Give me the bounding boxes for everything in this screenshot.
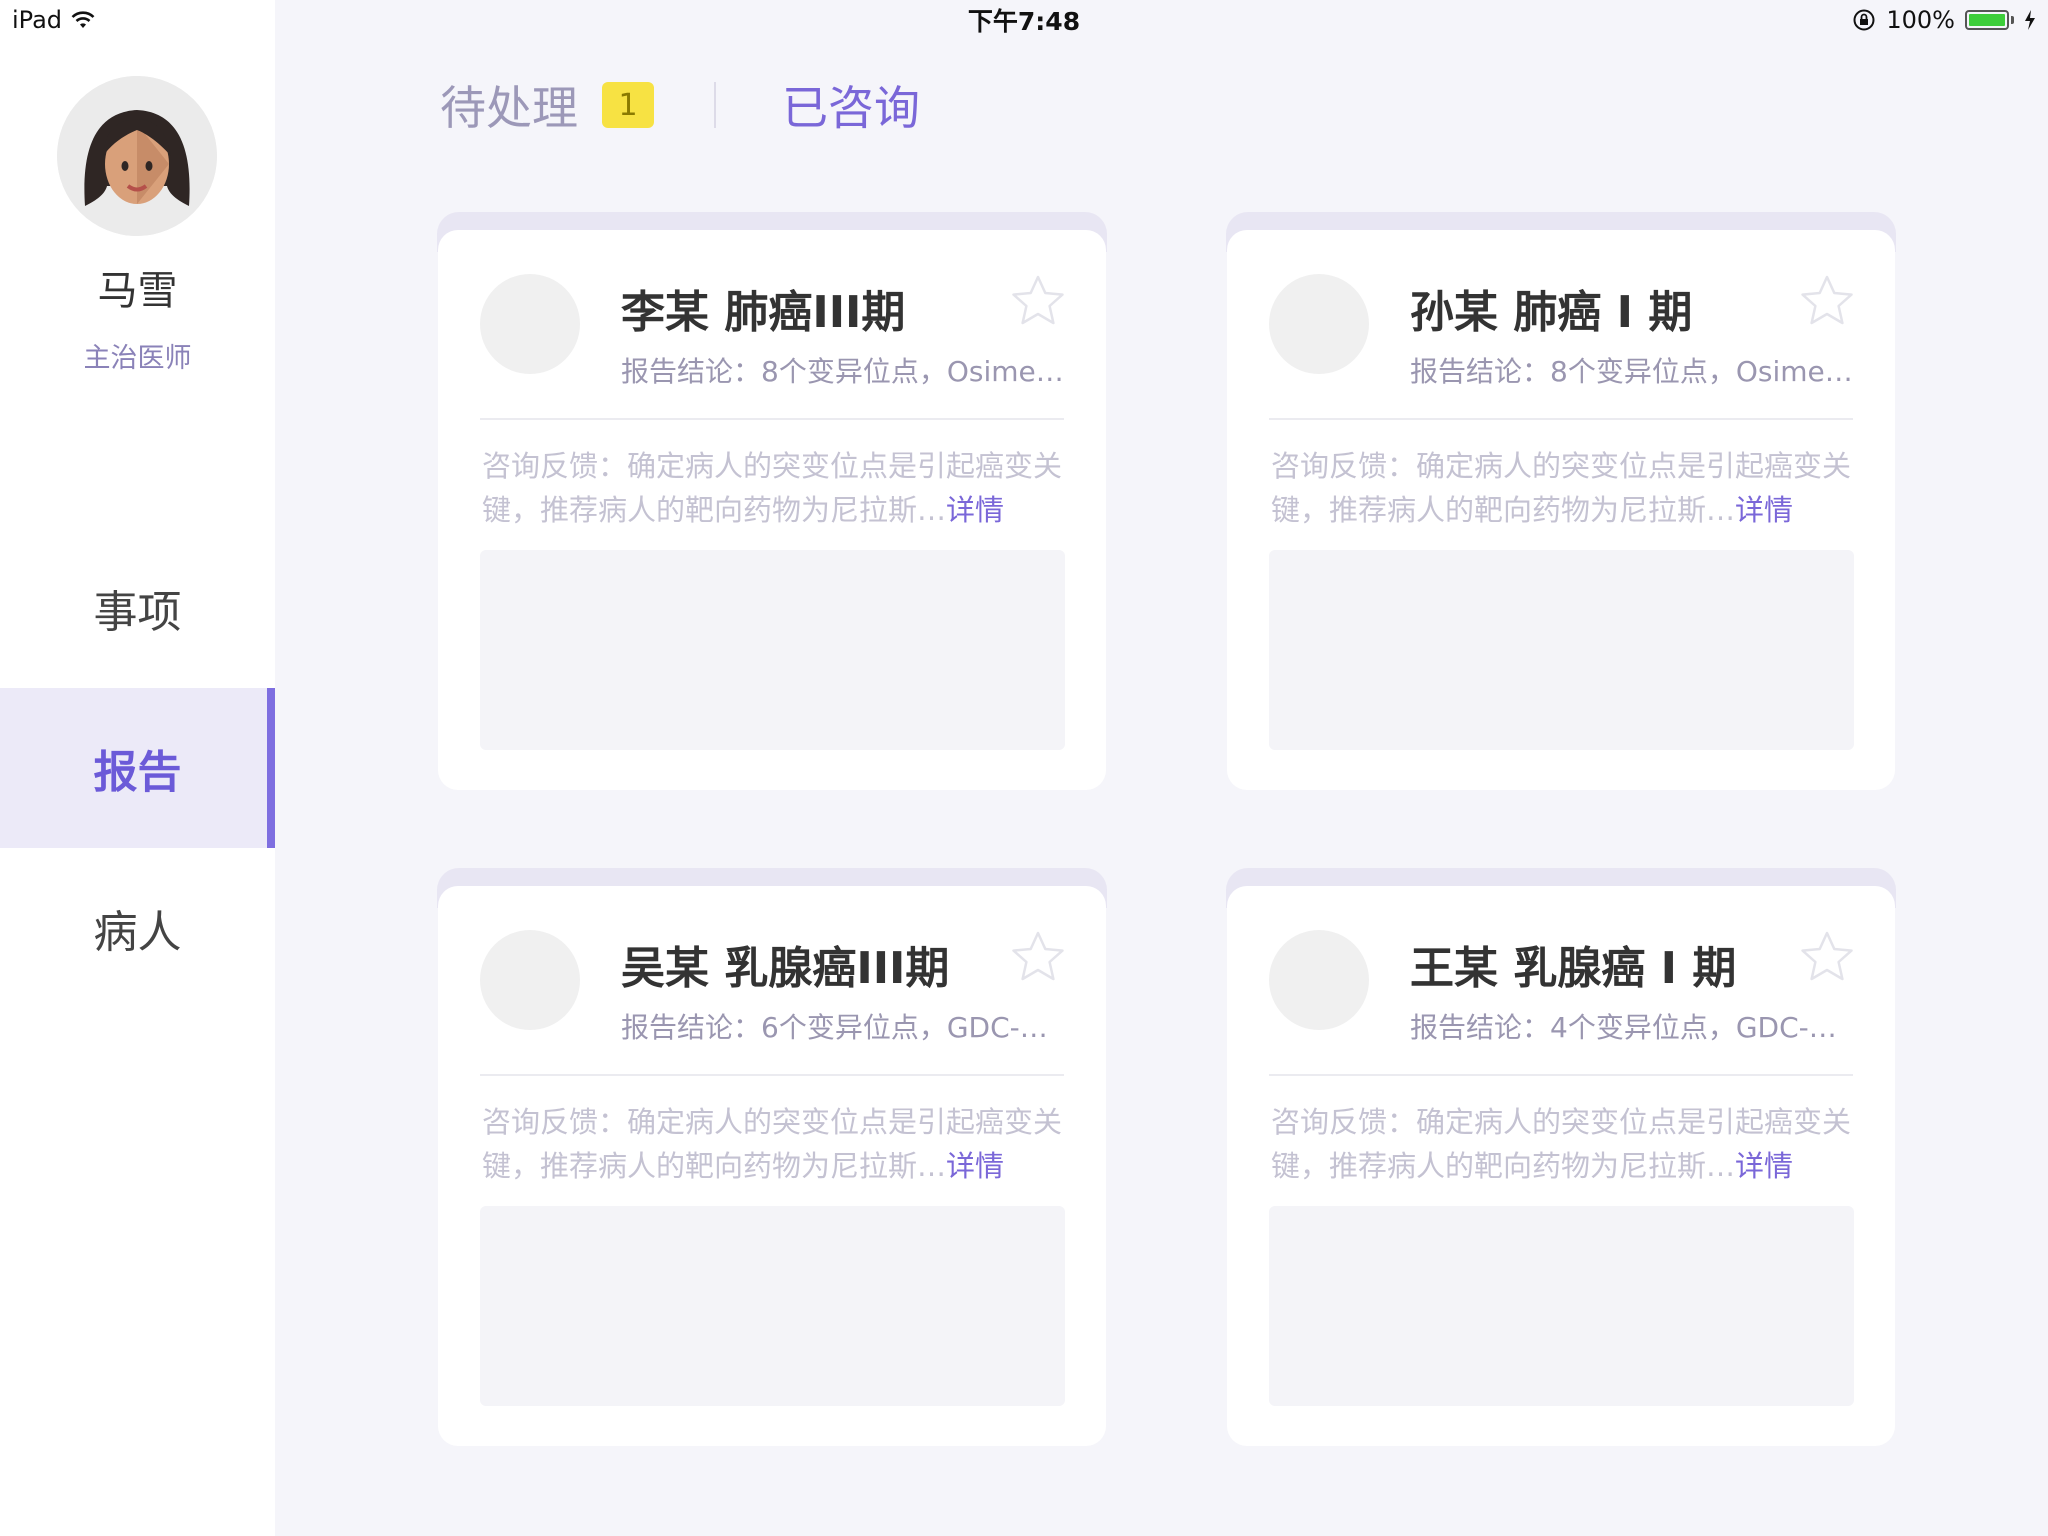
card-divider (1269, 1074, 1853, 1076)
patient-avatar (1269, 930, 1369, 1030)
sidebar: 马雪 主治医师 事项 报告 病人 (0, 0, 275, 1536)
wifi-icon (71, 11, 95, 28)
card-image-placeholder (1269, 1206, 1854, 1406)
detail-link[interactable]: 详情 (946, 1149, 1004, 1183)
card-conclusion: 报告结论：8个变异位点，Osime… (621, 355, 1064, 388)
orientation-lock-icon (1853, 9, 1875, 31)
user-avatar[interactable] (57, 76, 217, 236)
card-image-placeholder (480, 550, 1065, 750)
report-card[interactable]: 王某 乳腺癌 I 期 报告结论：4个变异位点，GDC-… 咨询反馈：确定病人的突… (1227, 886, 1895, 1446)
report-card[interactable]: 吴某 乳腺癌III期 报告结论：6个变异位点，GDC-… 咨询反馈：确定病人的突… (438, 886, 1106, 1446)
star-icon[interactable] (1797, 272, 1857, 332)
card-title: 李某 肺癌III期 (621, 287, 906, 338)
tab-consulted[interactable]: 已咨询 (782, 72, 920, 138)
nav-item-reports[interactable]: 报告 (0, 688, 275, 848)
star-icon[interactable] (1008, 928, 1068, 988)
star-icon[interactable] (1008, 272, 1068, 332)
card-image-placeholder (480, 1206, 1065, 1406)
battery-icon (1965, 10, 2014, 30)
detail-link[interactable]: 详情 (946, 493, 1004, 527)
tab-bar: 待处理 1 已咨询 (440, 70, 920, 140)
card-title: 孙某 肺癌 I 期 (1410, 287, 1693, 338)
card-feedback: 咨询反馈：确定病人的突变位点是引起癌变关键，推荐病人的靶向药物为尼拉斯…详情 (1271, 1100, 1851, 1188)
card-feedback: 咨询反馈：确定病人的突变位点是引起癌变关键，推荐病人的靶向药物为尼拉斯…详情 (482, 1100, 1062, 1188)
status-right: 100% (1852, 6, 2036, 34)
card-conclusion: 报告结论：6个变异位点，GDC-… (621, 1011, 1048, 1044)
card-divider (480, 418, 1064, 420)
user-name: 马雪 (97, 268, 178, 314)
tab-divider (714, 82, 716, 128)
charging-icon (2025, 10, 2035, 30)
battery-percent: 100% (1886, 6, 1955, 34)
patient-avatar (480, 274, 580, 374)
nav-item-label: 事项 (93, 587, 182, 638)
card-feedback: 咨询反馈：确定病人的突变位点是引起癌变关键，推荐病人的靶向药物为尼拉斯…详情 (482, 444, 1062, 532)
nav-item-patients[interactable]: 病人 (0, 848, 275, 1008)
report-card[interactable]: 孙某 肺癌 I 期 报告结论：8个变异位点，Osime… 咨询反馈：确定病人的突… (1227, 230, 1895, 790)
nav-item-label: 报告 (93, 747, 182, 798)
pending-count-badge: 1 (602, 82, 654, 128)
report-card[interactable]: 李某 肺癌III期 报告结论：8个变异位点，Osime… 咨询反馈：确定病人的突… (438, 230, 1106, 790)
nav-item-label: 病人 (93, 907, 182, 958)
status-time: 下午7:48 (967, 7, 1081, 36)
tab-pending[interactable]: 待处理 (440, 72, 578, 138)
card-divider (1269, 418, 1853, 420)
status-bar: iPad 下午7:48 100% (0, 0, 2048, 40)
card-title: 王某 乳腺癌 I 期 (1410, 943, 1737, 994)
status-left: iPad (12, 6, 96, 34)
card-conclusion: 报告结论：4个变异位点，GDC-… (1410, 1011, 1837, 1044)
card-image-placeholder (1269, 550, 1854, 750)
nav-item-tasks[interactable]: 事项 (0, 528, 275, 688)
card-feedback: 咨询反馈：确定病人的突变位点是引起癌变关键，推荐病人的靶向药物为尼拉斯…详情 (1271, 444, 1851, 532)
user-role: 主治医师 (83, 343, 192, 374)
patient-avatar (480, 930, 580, 1030)
patient-avatar (1269, 274, 1369, 374)
card-conclusion: 报告结论：8个变异位点，Osime… (1410, 355, 1853, 388)
device-label: iPad (12, 6, 63, 34)
user-avatar-image (57, 76, 217, 236)
card-divider (480, 1074, 1064, 1076)
star-icon[interactable] (1797, 928, 1857, 988)
card-title: 吴某 乳腺癌III期 (621, 943, 950, 994)
detail-link[interactable]: 详情 (1735, 1149, 1793, 1183)
detail-link[interactable]: 详情 (1735, 493, 1793, 527)
